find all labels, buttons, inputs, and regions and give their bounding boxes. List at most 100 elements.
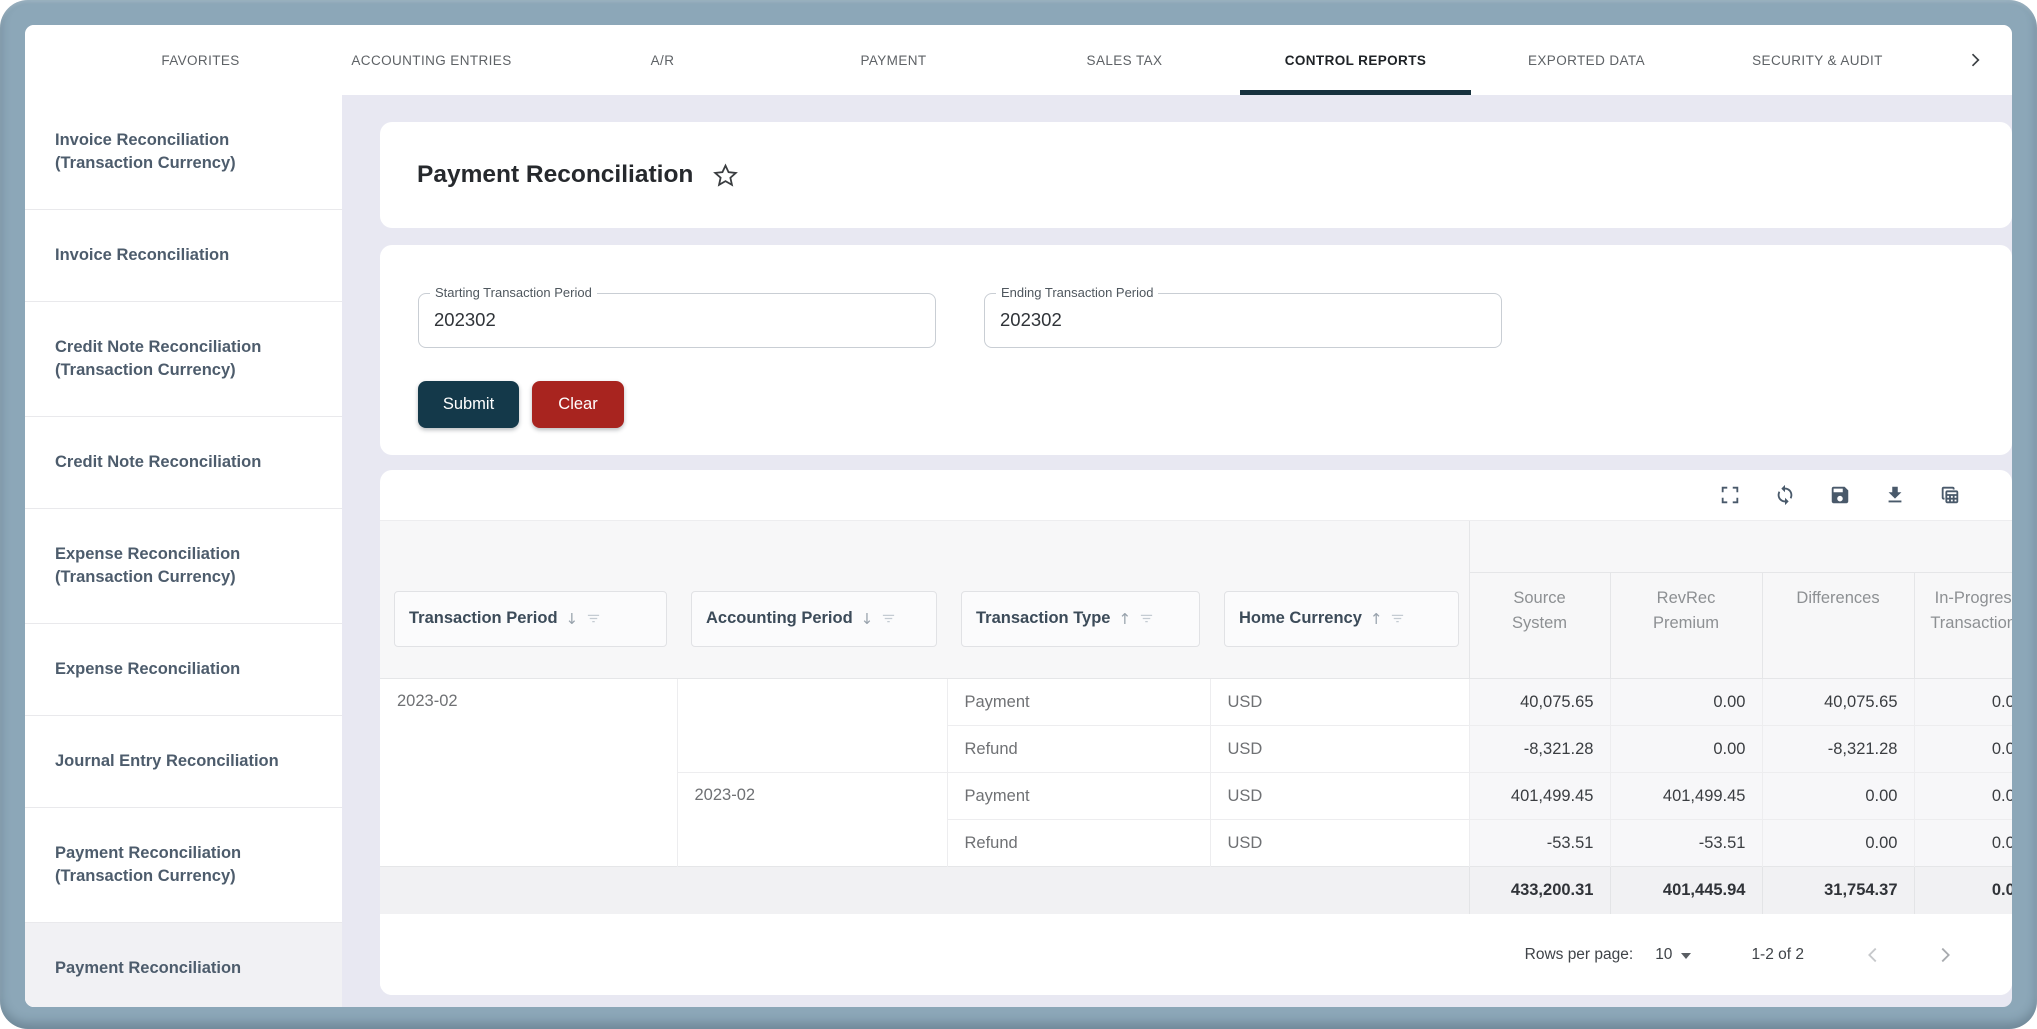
value-cell: 401,499.45 xyxy=(1469,773,1610,820)
column-header-transaction-type[interactable]: Transaction Type↑ xyxy=(961,591,1200,647)
nav-overflow-button[interactable] xyxy=(1954,25,1996,95)
refresh-icon xyxy=(1774,484,1796,506)
header-row: Transaction Period↓Accounting Period↓Tra… xyxy=(380,573,2012,679)
rows-per-page-select[interactable]: 10 xyxy=(1655,946,1691,964)
report-title-card: Payment Reconciliation xyxy=(380,122,2012,228)
sidebar-item-expense-reconciliation[interactable]: Expense Reconciliation xyxy=(25,624,342,716)
ending-transaction-period-field[interactable]: Ending Transaction Period 202302 xyxy=(984,293,1502,348)
column-header-revrec-premium: RevRecPremium xyxy=(1610,573,1762,679)
tab-accounting-entries[interactable]: ACCOUNTING ENTRIES xyxy=(316,25,547,95)
tab-a-r[interactable]: A/R xyxy=(547,25,778,95)
value-cell: 0.00 xyxy=(1762,820,1914,867)
previous-page-button[interactable] xyxy=(1860,942,1886,968)
cell-transaction-type: Refund xyxy=(947,726,1210,773)
table-view-button[interactable] xyxy=(1938,483,1962,507)
value-cell: 0.00 xyxy=(1914,773,2012,820)
column-header-label: Transaction Type xyxy=(976,609,1110,628)
tab-favorites[interactable]: FAVORITES xyxy=(85,25,316,95)
sidebar-item-payment-reconciliation[interactable]: Payment Reconciliation xyxy=(25,923,342,1007)
rows-per-page-label: Rows per page: xyxy=(1525,946,1634,964)
reconciliation-table: Transaction Period↓Accounting Period↓Tra… xyxy=(380,520,2012,914)
sidebar: Invoice Reconciliation (Transaction Curr… xyxy=(25,95,342,1007)
cell-transaction-type: Payment xyxy=(947,773,1210,820)
download-button[interactable] xyxy=(1883,483,1907,507)
star-outline-icon xyxy=(712,162,739,189)
cell-home-currency: USD xyxy=(1210,679,1469,726)
sort-desc-icon: ↓ xyxy=(566,610,579,628)
save-icon xyxy=(1829,484,1851,506)
value-cell: -8,321.28 xyxy=(1469,726,1610,773)
nav-tabs: FAVORITESACCOUNTING ENTRIESA/RPAYMENTSAL… xyxy=(85,25,2012,95)
cell-transaction-type: Payment xyxy=(947,679,1210,726)
total-value-cell: 0.00 xyxy=(1914,867,2012,914)
value-cell: 0.00 xyxy=(1610,679,1762,726)
refresh-button[interactable] xyxy=(1773,483,1797,507)
sort-asc-icon: ↑ xyxy=(1370,610,1383,628)
value-cell: -53.51 xyxy=(1610,820,1762,867)
total-value-cell: 31,754.37 xyxy=(1762,867,1914,914)
page-range-label: 1-2 of 2 xyxy=(1751,946,1804,964)
value-cell: -53.51 xyxy=(1469,820,1610,867)
column-header-transaction-period[interactable]: Transaction Period ↓ xyxy=(394,591,667,647)
tab-security-audit[interactable]: SECURITY & AUDIT xyxy=(1702,25,1933,95)
value-cell: 0.00 xyxy=(1610,726,1762,773)
value-cell: 0.00 xyxy=(1914,679,2012,726)
starting-transaction-period-field[interactable]: Starting Transaction Period 202302 xyxy=(418,293,936,348)
save-button[interactable] xyxy=(1828,483,1852,507)
sidebar-item-journal-entry-reconciliation[interactable]: Journal Entry Reconciliation xyxy=(25,716,342,808)
column-header-label: Transaction Period xyxy=(409,609,558,628)
cell-accounting-period xyxy=(677,679,947,773)
form-buttons: Submit Clear xyxy=(418,381,2012,428)
sidebar-item-credit-note-reconciliation-transaction-currency[interactable]: Credit Note Reconciliation (Transaction … xyxy=(25,302,342,417)
tab-payment[interactable]: PAYMENT xyxy=(778,25,1009,95)
cell-transaction-type: Refund xyxy=(947,820,1210,867)
column-header-source-system: SourceSystem xyxy=(1469,573,1610,679)
table-toolbar xyxy=(380,470,2012,520)
download-icon xyxy=(1884,484,1906,506)
column-header-home-currency[interactable]: Home Currency ↑ xyxy=(1224,591,1459,647)
main-content: Payment Reconciliation Starting Transact… xyxy=(342,95,2012,1007)
ending-transaction-period-value: 202302 xyxy=(985,294,1501,345)
clear-button[interactable]: Clear xyxy=(532,381,624,428)
table-row: 2023-02PaymentUSD40,075.650.0040,075.650… xyxy=(380,679,2012,726)
tab-control-reports[interactable]: CONTROL REPORTS xyxy=(1240,25,1471,95)
column-header-label: Home Currency xyxy=(1239,609,1362,628)
sidebar-item-payment-reconciliation-transaction-currency[interactable]: Payment Reconciliation (Transaction Curr… xyxy=(25,808,342,923)
tab-exported-data[interactable]: EXPORTED DATA xyxy=(1471,25,1702,95)
sidebar-item-credit-note-reconciliation[interactable]: Credit Note Reconciliation xyxy=(25,417,342,509)
tab-sales-tax[interactable]: SALES TAX xyxy=(1009,25,1240,95)
column-header-differences: Differences xyxy=(1762,573,1914,679)
chevron-left-icon xyxy=(1862,944,1884,966)
value-cell: -8,321.28 xyxy=(1762,726,1914,773)
filter-icon xyxy=(1139,611,1154,626)
favorite-star-button[interactable] xyxy=(712,162,739,189)
total-row: 433,200.31401,445.9431,754.370.00 xyxy=(380,867,2012,914)
next-page-button[interactable] xyxy=(1932,942,1958,968)
chevron-right-icon xyxy=(1965,50,1985,70)
rows-per-page-value: 10 xyxy=(1655,946,1672,964)
ending-transaction-period-label: Ending Transaction Period xyxy=(996,285,1158,300)
sidebar-item-invoice-reconciliation[interactable]: Invoice Reconciliation xyxy=(25,210,342,302)
cell-accounting-period: 2023-02 xyxy=(677,773,947,867)
fullscreen-icon xyxy=(1719,484,1741,506)
column-header-accounting-period[interactable]: Accounting Period ↓ xyxy=(691,591,937,647)
sidebar-item-invoice-reconciliation-transaction-currency[interactable]: Invoice Reconciliation (Transaction Curr… xyxy=(25,95,342,210)
cell-home-currency: USD xyxy=(1210,726,1469,773)
starting-transaction-period-label: Starting Transaction Period xyxy=(430,285,597,300)
sidebar-item-expense-reconciliation-transaction-currency[interactable]: Expense Reconciliation (Transaction Curr… xyxy=(25,509,342,624)
value-cell: 0.00 xyxy=(1914,726,2012,773)
chevron-right-icon xyxy=(1934,944,1956,966)
submit-button[interactable]: Submit xyxy=(418,381,519,428)
fullscreen-button[interactable] xyxy=(1718,483,1742,507)
total-value-cell: 433,200.31 xyxy=(1469,867,1610,914)
window-frame: FAVORITESACCOUNTING ENTRIESA/RPAYMENTSAL… xyxy=(0,0,2037,1029)
column-header-label: Accounting Period xyxy=(706,609,853,628)
filter-form-card: Starting Transaction Period 202302 Endin… xyxy=(380,245,2012,455)
column-header-in-progress-transactions: In-ProgressTransactions xyxy=(1914,573,2012,679)
filter-icon xyxy=(586,611,601,626)
cell-transaction-period: 2023-02 xyxy=(380,679,677,867)
filter-icon xyxy=(881,611,896,626)
pagination: Rows per page: 10 1-2 of 2 xyxy=(380,915,2012,995)
sort-desc-icon: ↓ xyxy=(861,610,874,628)
value-cell: 0.00 xyxy=(1914,820,2012,867)
